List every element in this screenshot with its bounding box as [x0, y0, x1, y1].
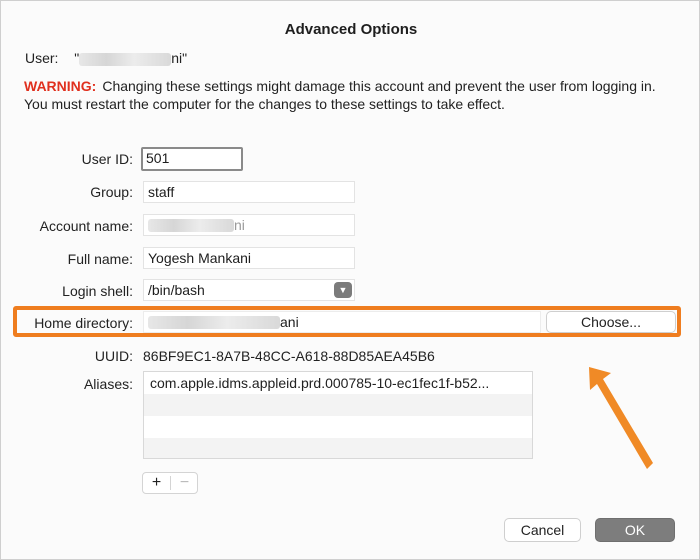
user-id-label: User ID:	[81, 151, 133, 167]
list-item[interactable]	[144, 438, 532, 458]
remove-alias-button[interactable]: −	[171, 473, 198, 493]
user-line: User: " ni"	[25, 50, 187, 66]
advanced-options-dialog: Advanced Options User: " ni" WARNING: Chan…	[0, 0, 700, 560]
warning-message: WARNING: Changing these settings might da…	[24, 77, 664, 113]
aliases-label: Aliases:	[83, 376, 133, 392]
warning-text: Changing these settings might damage thi…	[24, 78, 656, 112]
full-name-label: Full name:	[67, 251, 133, 267]
account-name-label: Account name:	[39, 218, 133, 234]
user-name-suffix: ni"	[171, 50, 188, 66]
login-shell-value: /bin/bash	[148, 282, 205, 298]
group-label: Group:	[90, 184, 133, 200]
user-label: User:	[25, 50, 59, 66]
home-directory-highlight	[13, 306, 681, 337]
login-shell-select[interactable]: /bin/bash ▼	[143, 279, 355, 301]
user-id-field[interactable]: 501	[141, 147, 243, 171]
cancel-button[interactable]: Cancel	[504, 518, 581, 542]
account-name-suffix: ni	[234, 217, 245, 233]
ok-button[interactable]: OK	[595, 518, 675, 542]
list-item[interactable]	[144, 394, 532, 416]
arrow-shape	[589, 367, 653, 469]
chevron-down-icon[interactable]: ▼	[334, 282, 352, 298]
dialog-title: Advanced Options	[284, 21, 418, 38]
list-item[interactable]: com.apple.idms.appleid.prd.000785-10-ec1…	[144, 372, 532, 394]
redacted-account-name	[148, 218, 234, 232]
redacted-username	[79, 52, 172, 66]
account-name-field[interactable]: ni	[143, 214, 355, 236]
aliases-list[interactable]: com.apple.idms.appleid.prd.000785-10-ec1…	[143, 371, 533, 459]
full-name-field[interactable]: Yogesh Mankani	[143, 247, 355, 269]
warning-label: WARNING:	[24, 78, 97, 94]
login-shell-label: Login shell:	[62, 283, 133, 299]
uuid-label: UUID:	[94, 348, 133, 364]
alias-list-controls: + −	[142, 472, 198, 494]
group-field[interactable]: staff	[143, 181, 355, 203]
list-item[interactable]	[144, 416, 532, 438]
uuid-value: 86BF9EC1-8A7B-48CC-A618-88D85AEA45B6	[143, 348, 435, 364]
add-alias-button[interactable]: +	[143, 473, 170, 493]
annotation-arrow-icon	[589, 367, 653, 469]
